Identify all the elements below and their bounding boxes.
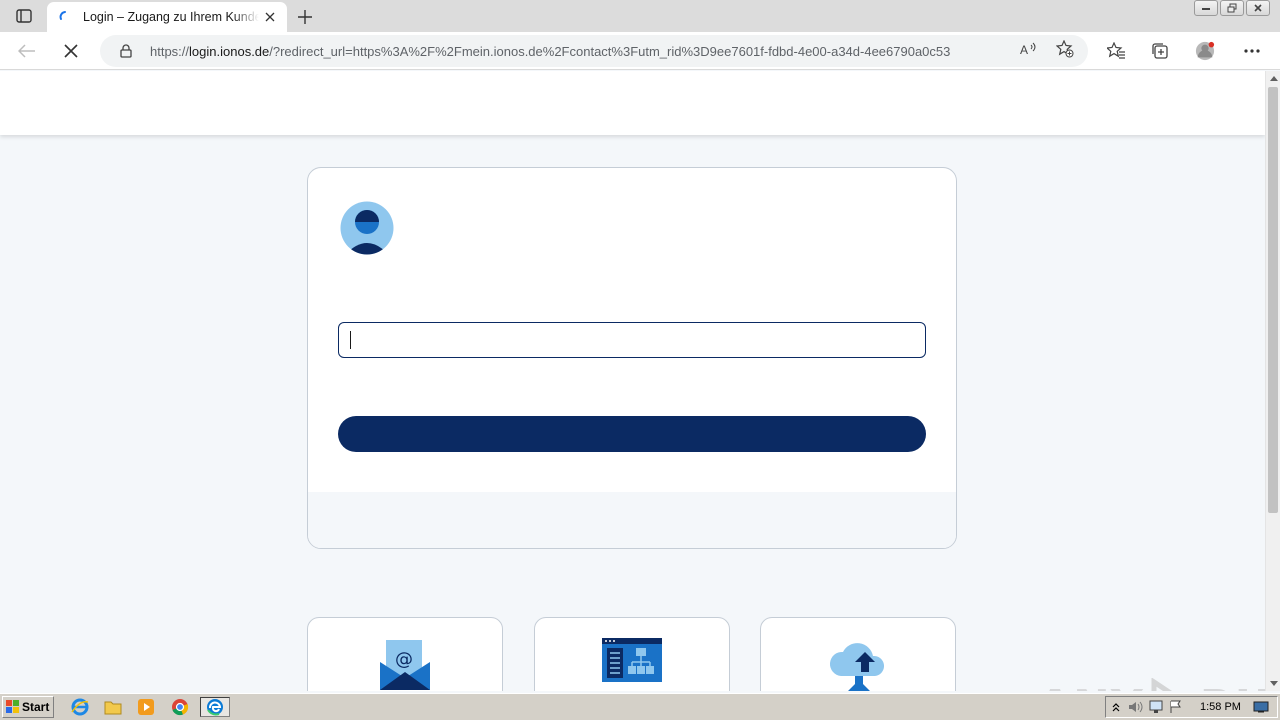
file-explorer-icon[interactable] xyxy=(102,697,124,717)
volume-icon[interactable] xyxy=(1126,698,1146,716)
stop-loading-icon[interactable] xyxy=(58,39,84,63)
edge-icon[interactable] xyxy=(200,697,230,717)
restore-icon[interactable] xyxy=(1220,0,1244,16)
network-icon[interactable] xyxy=(1146,698,1166,716)
start-label: Start xyxy=(22,700,50,714)
url-path: /?redirect_url=https%3A%2F%2Fmein.ionos.… xyxy=(269,43,951,59)
browser-tab-bar: Login – Zugang zu Ihrem Kundencenter xyxy=(0,0,1280,32)
lock-icon[interactable] xyxy=(118,43,134,59)
login-card xyxy=(307,167,957,549)
show-hidden-icons-icon[interactable] xyxy=(1106,698,1126,716)
chrome-icon[interactable] xyxy=(169,697,191,717)
read-aloud-icon[interactable]: A xyxy=(1020,40,1038,58)
tab-title: Login – Zugang zu Ihrem Kundencenter xyxy=(83,10,259,24)
windows-taskbar: Start 1:58 PM xyxy=(0,693,1280,720)
action-center-flag-icon[interactable] xyxy=(1166,698,1186,716)
url-host: login.ionos.de xyxy=(189,43,270,59)
windows-logo-icon xyxy=(6,700,19,713)
start-button[interactable]: Start xyxy=(2,696,54,718)
svg-text:@: @ xyxy=(395,649,413,670)
site-header xyxy=(0,71,1265,135)
more-menu-icon[interactable] xyxy=(1242,41,1262,61)
continue-button[interactable] xyxy=(338,416,926,452)
feature-card-cloud[interactable] xyxy=(760,617,956,691)
text-caret xyxy=(350,331,351,349)
cloud-upload-icon xyxy=(829,643,885,691)
minimize-icon[interactable] xyxy=(1194,0,1218,16)
user-avatar-icon xyxy=(340,201,394,255)
page-scrollbar[interactable] xyxy=(1265,71,1280,691)
browser-toolbar: https://login.ionos.de/?redirect_url=htt… xyxy=(0,32,1280,70)
media-player-icon[interactable] xyxy=(135,697,157,717)
login-id-input[interactable] xyxy=(338,322,926,358)
window-controls xyxy=(1194,0,1270,16)
add-favorite-icon[interactable] xyxy=(1056,40,1074,58)
close-window-icon[interactable] xyxy=(1246,0,1270,16)
anyrun-watermark: ANY RUN xyxy=(1038,678,1265,691)
new-tab-icon[interactable] xyxy=(294,6,316,28)
browser-tab-active[interactable]: Login – Zugang zu Ihrem Kundencenter xyxy=(47,2,287,32)
feature-card-email[interactable]: @ xyxy=(307,617,503,691)
system-clock[interactable]: 1:58 PM xyxy=(1200,701,1241,713)
address-field[interactable]: https://login.ionos.de/?redirect_url=htt… xyxy=(100,35,1088,67)
back-arrow-icon[interactable] xyxy=(14,39,40,63)
svg-text:A: A xyxy=(1020,43,1028,56)
favorites-icon[interactable] xyxy=(1106,41,1126,61)
login-card-footer xyxy=(308,492,956,548)
url-scheme: https:// xyxy=(150,43,190,59)
email-envelope-icon: @ xyxy=(380,640,430,690)
scroll-down-icon[interactable] xyxy=(1266,676,1280,691)
page-viewport: @ ANY RUN xyxy=(0,71,1265,691)
close-tab-icon[interactable] xyxy=(261,8,279,26)
watermark-text-right: RUN xyxy=(1200,681,1265,692)
url-text: https://login.ionos.de/?redirect_url=htt… xyxy=(150,44,1002,59)
show-desktop-icon[interactable] xyxy=(1251,698,1271,716)
collections-icon[interactable] xyxy=(1150,41,1170,61)
tab-actions-icon[interactable] xyxy=(8,5,40,27)
ionos-loading-icon xyxy=(57,9,73,25)
feature-card-website[interactable] xyxy=(534,617,730,691)
scrollbar-thumb[interactable] xyxy=(1268,87,1278,513)
profile-avatar-icon[interactable] xyxy=(1195,41,1215,61)
website-sitemap-icon xyxy=(602,638,662,682)
play-logo-icon xyxy=(1151,678,1172,691)
internet-explorer-icon[interactable] xyxy=(69,697,91,717)
scroll-up-icon[interactable] xyxy=(1266,71,1280,86)
system-tray: 1:58 PM xyxy=(1105,696,1278,718)
watermark-text-left: ANY xyxy=(1038,681,1144,692)
